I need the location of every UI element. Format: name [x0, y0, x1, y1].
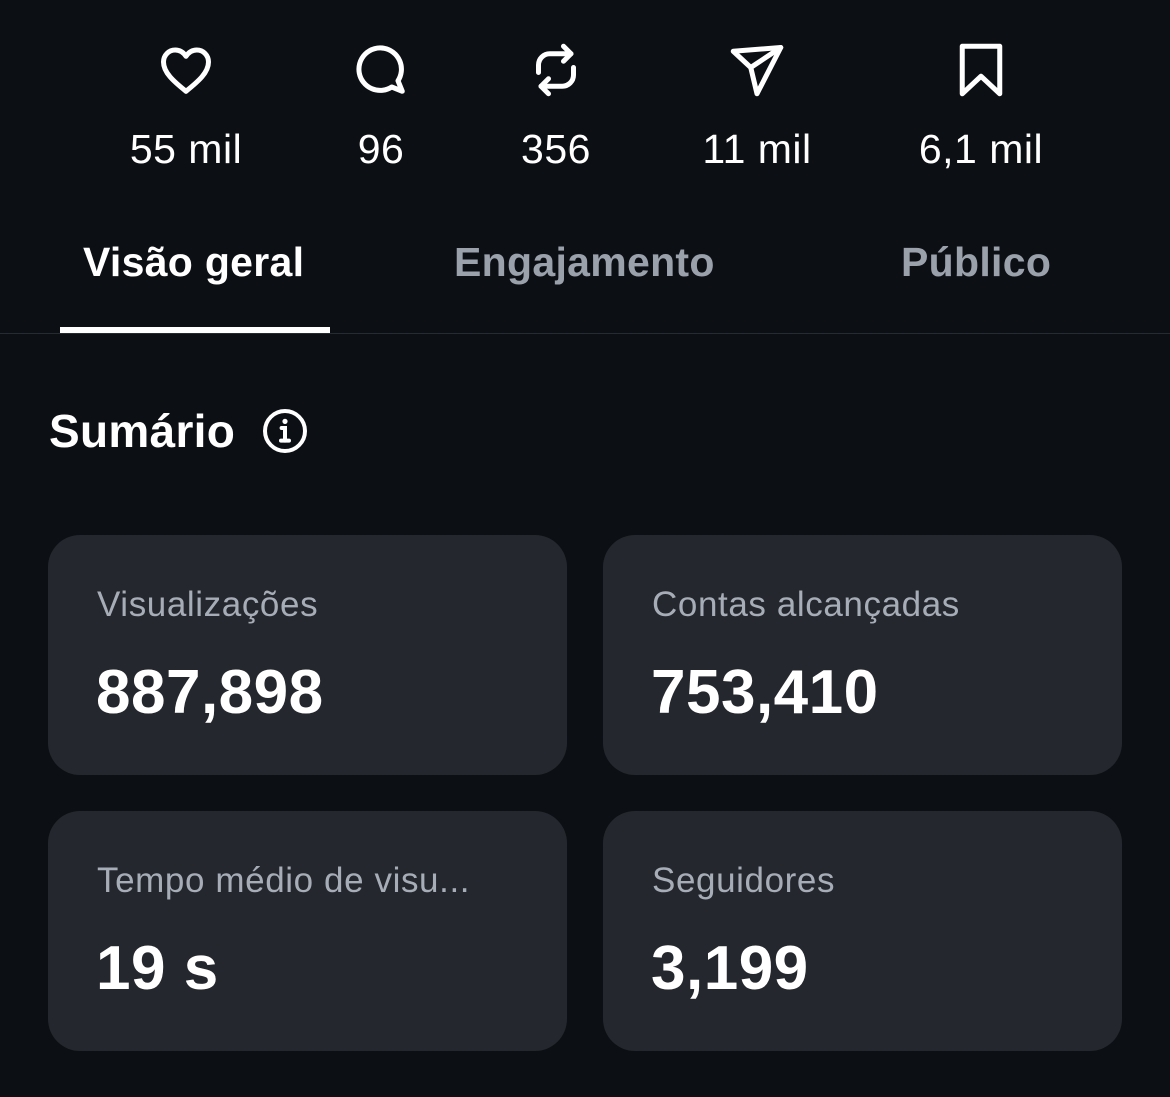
likes-count: 55 mil [129, 126, 243, 172]
tab-overview[interactable]: Visão geral [83, 239, 304, 286]
comments-count: 96 [357, 126, 405, 172]
summary-header: Sumário [49, 404, 309, 458]
repost-icon[interactable] [524, 38, 588, 102]
engagement-stats-row: 55 mil 96 356 11 mil 6,1 mil [0, 0, 1170, 200]
card-accounts-reached-value: 753,410 [651, 658, 879, 727]
summary-title: Sumário [49, 405, 236, 457]
card-avg-watch-time[interactable]: Tempo médio de visu... 19 s [48, 811, 567, 1051]
card-avg-watch-time-value: 19 s [96, 934, 219, 1003]
tab-audience[interactable]: Público [901, 239, 1051, 286]
card-accounts-reached-label: Contas alcançadas [652, 585, 960, 624]
saves-stat[interactable]: 6,1 mil [871, 38, 1091, 173]
card-views[interactable]: Visualizações 887,898 [48, 535, 567, 775]
share-icon[interactable] [725, 38, 789, 102]
shares-stat[interactable]: 11 mil [647, 38, 867, 173]
reposts-count: 356 [521, 126, 591, 172]
card-followers-value: 3,199 [651, 934, 809, 1003]
card-followers[interactable]: Seguidores 3,199 [603, 811, 1122, 1051]
bookmark-icon[interactable] [949, 38, 1013, 102]
saves-count: 6,1 mil [918, 126, 1044, 172]
tab-engagement[interactable]: Engajamento [454, 239, 715, 286]
active-tab-indicator [60, 327, 330, 333]
comment-icon[interactable] [349, 38, 413, 102]
shares-count: 11 mil [702, 126, 812, 172]
card-views-label: Visualizações [97, 585, 319, 624]
insights-tabs: Visão geral Engajamento Público [0, 215, 1170, 334]
card-followers-label: Seguidores [652, 861, 836, 900]
reposts-stat[interactable]: 356 [446, 38, 666, 173]
card-accounts-reached[interactable]: Contas alcançadas 753,410 [603, 535, 1122, 775]
info-icon[interactable] [261, 407, 309, 455]
heart-icon[interactable] [154, 38, 218, 102]
card-views-value: 887,898 [96, 658, 324, 727]
card-avg-watch-time-label: Tempo médio de visu... [97, 861, 471, 900]
likes-stat[interactable]: 55 mil [76, 38, 296, 173]
